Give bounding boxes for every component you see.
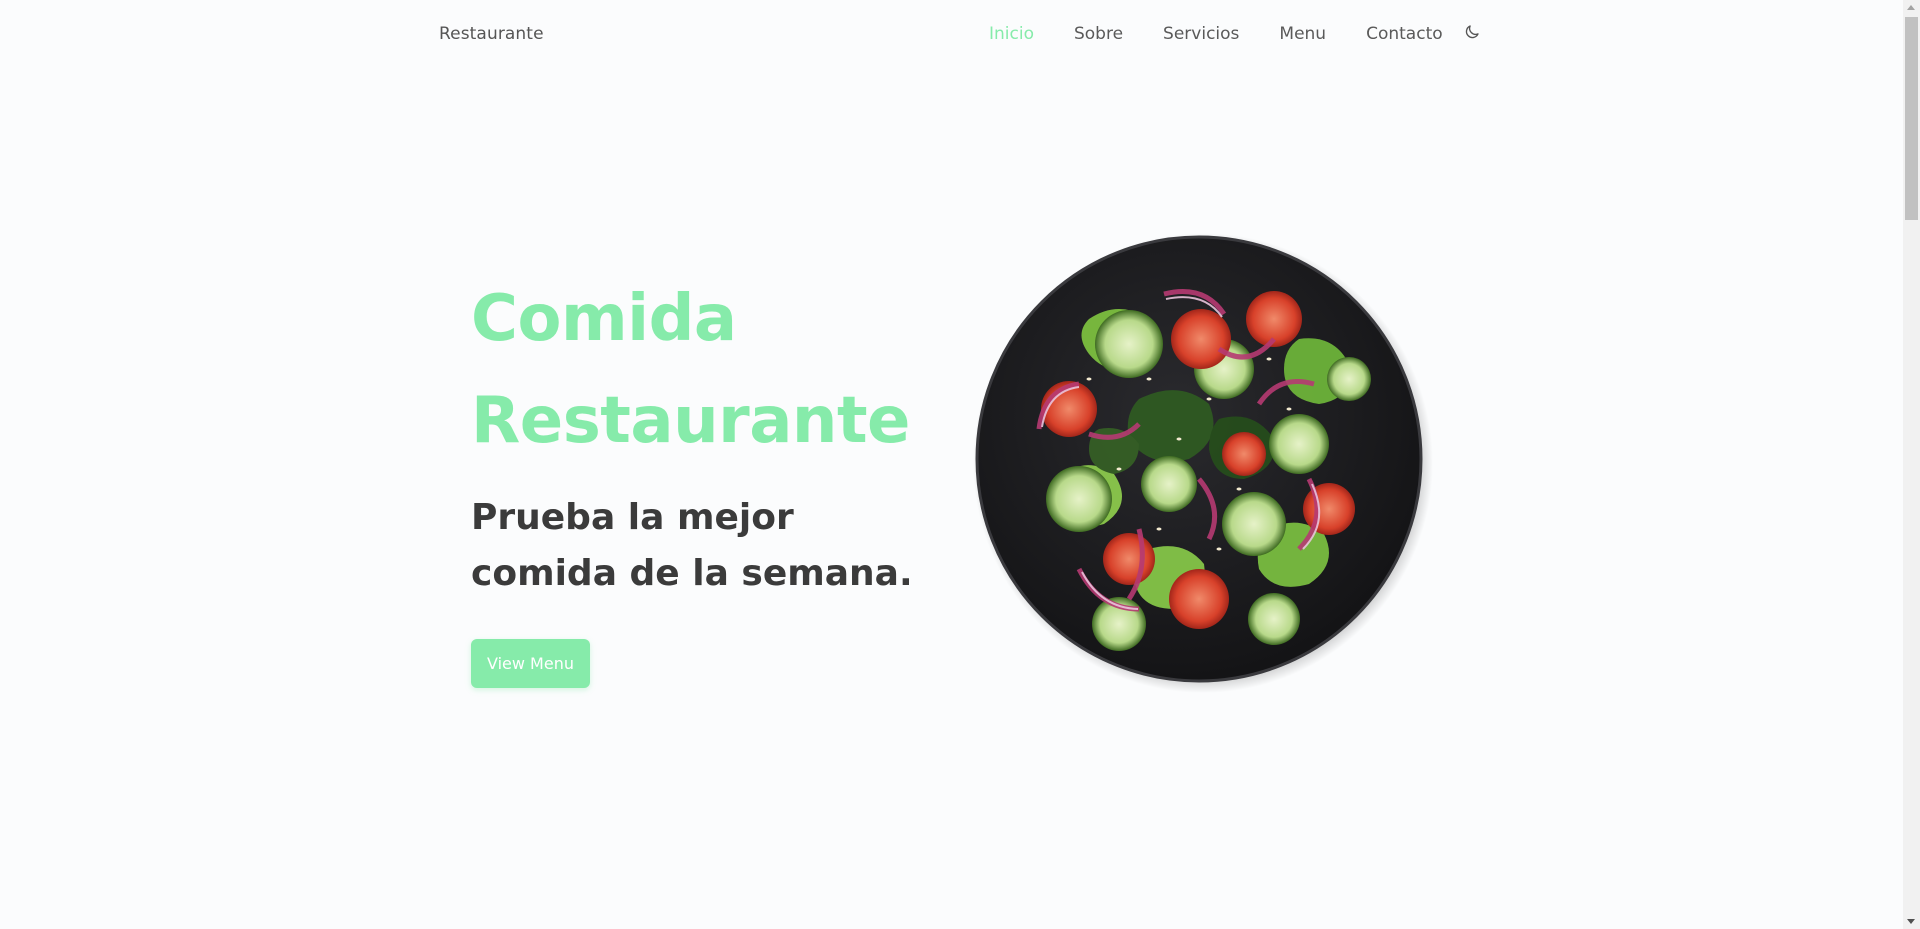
hero-title: Comida Restaurante — [471, 268, 951, 472]
nav-link-contacto[interactable]: Contacto — [1366, 24, 1443, 44]
nav-link-sobre[interactable]: Sobre — [1074, 24, 1123, 44]
salad-plate-image — [969, 229, 1433, 693]
brand-logo-link[interactable]: Restaurante — [439, 24, 544, 44]
main-nav: Inicio Sobre Servicios Menu Contacto — [989, 24, 1481, 44]
nav-link-inicio[interactable]: Inicio — [989, 24, 1034, 44]
hero-section: Comida Restaurante Prueba la mejor comid… — [471, 268, 951, 688]
nav-link-servicios[interactable]: Servicios — [1163, 24, 1239, 44]
vertical-scrollbar[interactable] — [1903, 0, 1920, 929]
hero-subtitle: Prueba la mejor comida de la semana. — [471, 497, 913, 594]
scrollbar-thumb[interactable] — [1905, 17, 1918, 220]
view-menu-button[interactable]: View Menu — [471, 639, 590, 688]
moon-icon[interactable] — [1463, 23, 1481, 41]
scroll-up-arrow-icon[interactable] — [1907, 5, 1915, 10]
scroll-down-arrow-icon[interactable] — [1907, 919, 1915, 924]
navbar: Restaurante Inicio Sobre Servicios Menu … — [0, 0, 1903, 70]
nav-link-menu[interactable]: Menu — [1279, 24, 1326, 44]
page: Restaurante Inicio Sobre Servicios Menu … — [0, 0, 1920, 929]
hero-title-line-2: Restaurante — [471, 384, 910, 458]
hero-title-line-1: Comida — [471, 282, 737, 356]
